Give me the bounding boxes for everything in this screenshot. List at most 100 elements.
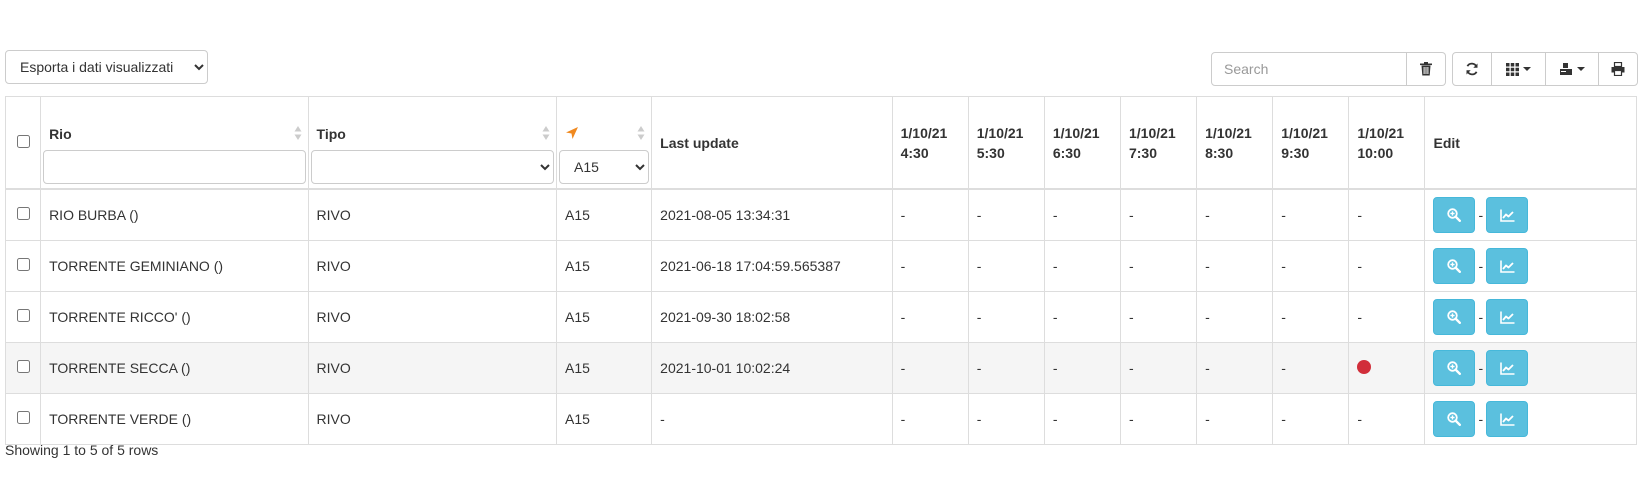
time-value-cell: - [1196, 342, 1274, 394]
table-row: TORRENTE RICCO' () RIVO A15 2021-09-30 18:0… [4, 291, 1637, 343]
tipo-cell: RIVO [307, 393, 558, 445]
time-value-cell: - [1119, 393, 1198, 445]
select-all-cell [4, 96, 42, 190]
view-chart-button[interactable] [1486, 350, 1529, 386]
column-header-time-4: 1/10/21 8:30 [1196, 96, 1274, 190]
time-value-cell: - [1043, 188, 1121, 241]
view-chart-button[interactable] [1486, 401, 1529, 437]
rio-cell: RIO BURBA () [40, 188, 309, 241]
time-column-time: 7:30 [1128, 144, 1158, 161]
column-header-rio[interactable]: Rio [40, 96, 309, 190]
zone-cell: A15 [555, 188, 653, 241]
column-header-zone[interactable]: A15 [555, 96, 653, 190]
time-column-date: 1/10/21 [976, 124, 1024, 141]
export-select[interactable]: Esporta i dati visualizzati [5, 50, 208, 84]
rio-cell: TORRENTE VERDE () [40, 393, 309, 445]
time-column-date: 1/10/21 [1357, 124, 1405, 141]
search-input[interactable] [1211, 52, 1407, 86]
chevron-down-icon [1523, 67, 1531, 71]
tipo-filter-select[interactable] [310, 150, 554, 184]
column-label-tipo: Tipo [316, 126, 346, 142]
time-column-date: 1/10/21 [1052, 124, 1100, 141]
line-chart-icon [1499, 362, 1515, 375]
clear-search-button[interactable] [1407, 52, 1446, 86]
view-details-button[interactable] [1433, 248, 1476, 284]
tipo-cell: RIVO [307, 291, 558, 343]
view-details-button[interactable] [1433, 350, 1476, 386]
time-column-time: 10:00 [1357, 144, 1394, 161]
edit-cell: - [1424, 188, 1637, 241]
row-select-cell [4, 342, 42, 394]
view-chart-button[interactable] [1486, 248, 1529, 284]
time-value-cell: - [1272, 393, 1350, 445]
edit-cell: - [1424, 393, 1637, 445]
time-value-cell: - [1348, 188, 1426, 241]
export-icon [1560, 63, 1572, 75]
time-value-cell: - [1119, 188, 1198, 241]
row-checkbox[interactable] [16, 411, 30, 424]
time-value-cell: - [891, 240, 969, 292]
view-chart-button[interactable] [1486, 197, 1529, 233]
time-value-cell: - [1196, 393, 1274, 445]
time-value-cell: - [1272, 188, 1350, 241]
zoom-in-icon [1447, 412, 1462, 426]
time-value-cell: - [1119, 342, 1198, 394]
rio-cell: TORRENTE GEMINIANO () [40, 240, 309, 292]
time-value-cell: - [967, 342, 1045, 394]
view-chart-button[interactable] [1486, 299, 1529, 335]
zone-cell: A15 [555, 291, 653, 343]
line-chart-icon [1499, 413, 1515, 426]
tipo-cell: RIVO [307, 240, 558, 292]
select-all-checkbox[interactable] [16, 134, 30, 148]
column-header-edit: Edit [1424, 96, 1637, 190]
tipo-cell: RIVO [307, 342, 558, 394]
tipo-cell: RIVO [307, 188, 558, 241]
action-separator: - [1478, 309, 1484, 325]
row-select-cell [4, 188, 42, 241]
time-value-cell: - [891, 291, 969, 343]
time-column-time: 9:30 [1281, 144, 1310, 161]
time-value-cell: - [1119, 240, 1198, 292]
time-value-cell: - [891, 393, 969, 445]
refresh-icon [1466, 62, 1478, 76]
export-button[interactable] [1545, 52, 1599, 86]
column-header-tipo[interactable]: Tipo [307, 96, 558, 190]
action-separator: - [1478, 411, 1484, 427]
columns-button[interactable] [1491, 52, 1546, 86]
zone-filter-select[interactable]: A15 [559, 150, 650, 184]
refresh-button[interactable] [1452, 52, 1492, 86]
edit-cell: - [1424, 240, 1637, 292]
time-value-cell: - [1272, 342, 1350, 394]
sort-icon [637, 126, 645, 140]
time-column-time: 4:30 [900, 144, 929, 161]
zone-cell: A15 [555, 342, 653, 394]
column-header-last-update: Last update [651, 96, 893, 190]
time-value-cell: - [1272, 291, 1350, 343]
last-update-cell: 2021-06-18 17:04:59.565387 [651, 240, 893, 292]
search-group [1211, 52, 1446, 86]
row-checkbox[interactable] [16, 258, 30, 271]
column-header-time-6: 1/10/21 10:00 [1348, 96, 1426, 190]
action-separator: - [1478, 258, 1484, 274]
action-separator: - [1478, 360, 1484, 376]
chevron-down-icon [1577, 67, 1585, 71]
time-column-date: 1/10/21 [1128, 124, 1176, 141]
view-details-button[interactable] [1433, 401, 1476, 437]
zoom-in-icon [1447, 310, 1462, 324]
view-details-button[interactable] [1433, 299, 1476, 335]
print-button[interactable] [1598, 52, 1638, 86]
time-value-cell: - [967, 393, 1045, 445]
time-value-cell: - [1043, 240, 1121, 292]
row-checkbox[interactable] [16, 360, 30, 373]
time-column-time: 8:30 [1205, 144, 1234, 161]
rio-filter-input[interactable] [43, 150, 306, 184]
view-details-button[interactable] [1433, 197, 1476, 233]
column-header-time-3: 1/10/21 7:30 [1119, 96, 1198, 190]
row-checkbox[interactable] [16, 309, 30, 322]
line-chart-icon [1499, 260, 1515, 273]
time-value-cell: - [1043, 291, 1121, 343]
table-toolbar [1211, 52, 1638, 86]
zoom-in-icon [1447, 208, 1462, 222]
action-separator: - [1478, 207, 1484, 223]
row-checkbox[interactable] [16, 207, 30, 220]
